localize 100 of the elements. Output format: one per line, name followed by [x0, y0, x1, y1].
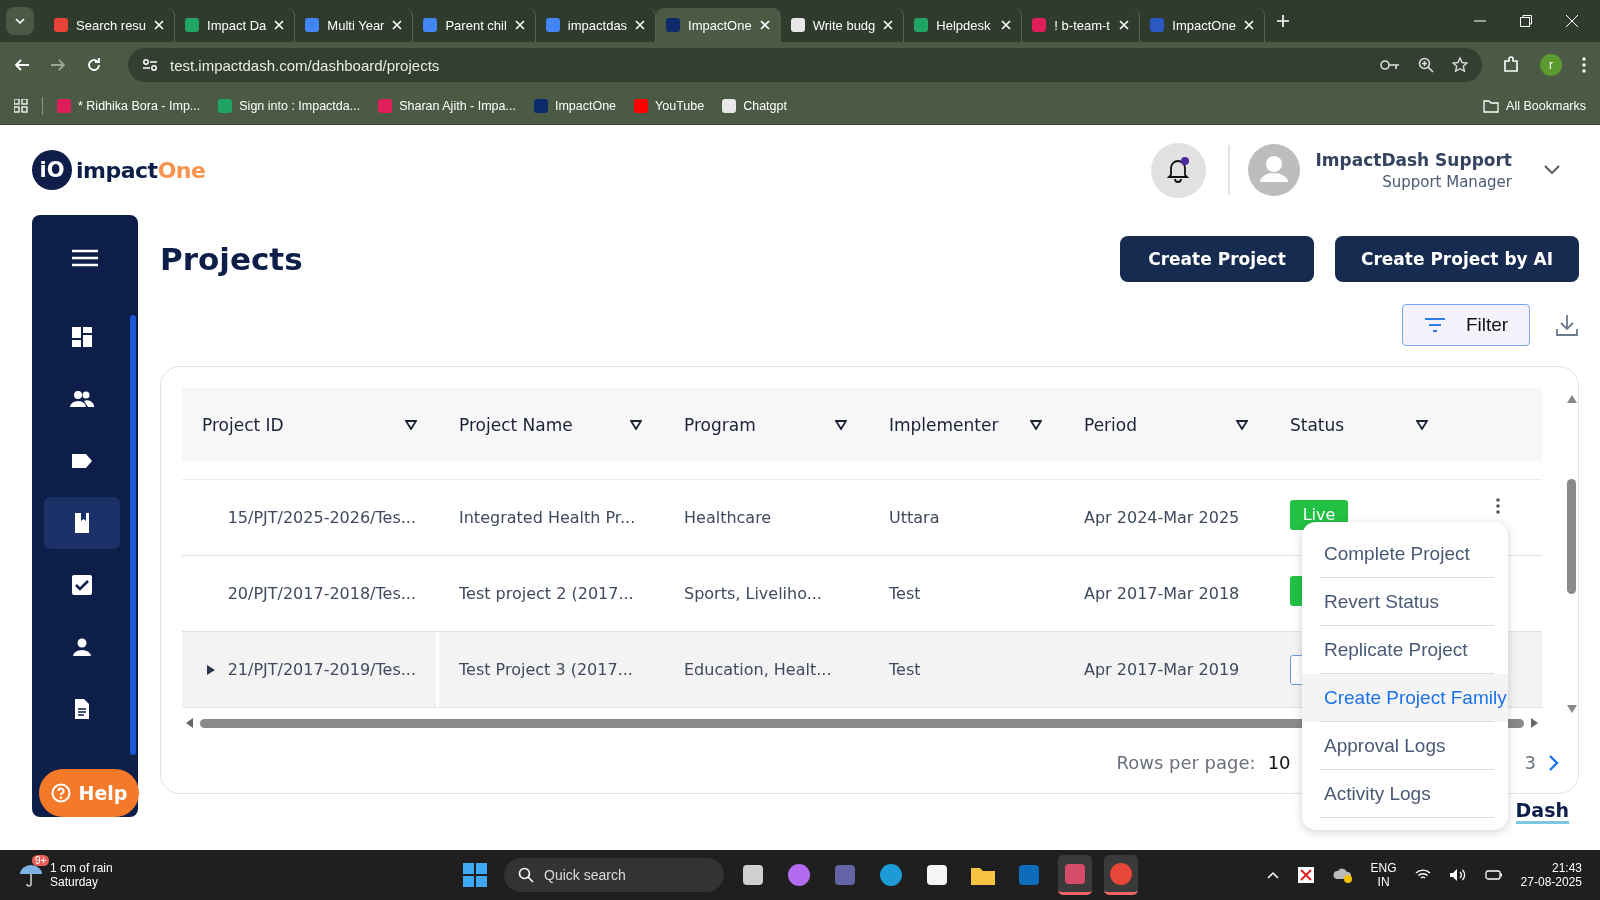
back-icon[interactable]	[14, 57, 30, 73]
filter-triangle-icon[interactable]	[405, 419, 417, 430]
clock-time[interactable]: 21:43	[1551, 861, 1582, 875]
rows-per-page-label: Rows per page:	[1116, 752, 1256, 773]
chevron-down-icon	[15, 18, 25, 24]
user-role: Support Manager	[1382, 172, 1512, 191]
table-cell: Test	[889, 584, 921, 603]
more-icon[interactable]	[1582, 57, 1586, 73]
create-button[interactable]: Create Project by AI	[1335, 236, 1579, 282]
close-icon[interactable]	[1119, 20, 1130, 30]
filter-button[interactable]: Filter	[1402, 304, 1530, 346]
page-title: Projects	[160, 241, 303, 277]
new-tab-icon[interactable]	[1276, 15, 1289, 27]
table-cell: 20/PJT/2017-2018/Tes...	[227, 584, 416, 603]
dashboard-icon	[70, 325, 94, 349]
download-icon[interactable]	[1555, 313, 1579, 337]
close-icon[interactable]	[759, 20, 770, 30]
weather-text[interactable]: 1 cm of rain	[50, 861, 113, 875]
menu-item[interactable]: Activity Logs	[1302, 770, 1508, 818]
close-icon[interactable]	[392, 20, 403, 30]
zoom-icon[interactable]	[1418, 57, 1434, 73]
tab-list-button[interactable]	[6, 7, 34, 35]
filter-triangle-icon[interactable]	[1416, 419, 1428, 430]
restore-icon[interactable]	[1520, 15, 1532, 27]
browser-tab[interactable]: ImpactOne	[656, 8, 781, 42]
forward-icon[interactable]	[50, 57, 66, 73]
filter-triangle-icon[interactable]	[630, 419, 642, 430]
menu-item[interactable]: Approval Logs	[1302, 722, 1508, 770]
close-icon[interactable]	[514, 20, 525, 30]
menu-item[interactable]: Replicate Project	[1302, 626, 1508, 674]
bookmark-link[interactable]: Sharan Ajith - Impa...	[378, 99, 516, 113]
chevron-up-icon[interactable]	[1266, 871, 1279, 879]
filter-triangle-icon[interactable]	[835, 419, 847, 430]
app-icon	[924, 862, 950, 888]
shield-icon[interactable]	[1296, 866, 1315, 884]
star-icon[interactable]	[1452, 57, 1468, 73]
bookmark-link[interactable]: * Ridhika Bora - Imp...	[57, 99, 201, 113]
more-icon[interactable]	[1496, 498, 1500, 514]
region-text[interactable]: IN	[1377, 875, 1390, 889]
wifi-icon[interactable]	[1414, 869, 1431, 881]
search-icon	[518, 867, 534, 883]
weather-day[interactable]: Saturday	[50, 875, 113, 889]
create-button[interactable]: Create Project	[1120, 236, 1314, 282]
cloud-icon[interactable]	[1332, 867, 1353, 883]
help-icon	[50, 783, 71, 803]
column-header: Status	[1290, 414, 1345, 435]
taskbar-search-field[interactable]: Quick search	[504, 858, 724, 892]
close-icon[interactable]	[1566, 15, 1578, 27]
column-header: Project ID	[202, 414, 284, 435]
volume-icon[interactable]	[1448, 868, 1467, 882]
close-icon[interactable]	[1243, 20, 1254, 30]
check-icon	[70, 573, 94, 597]
chevron-down-icon[interactable]	[1544, 165, 1560, 175]
language-text[interactable]: ENG	[1370, 861, 1397, 875]
scroll-up-icon[interactable]	[1567, 395, 1577, 403]
bookmark-link[interactable]: ImpactOne	[533, 99, 617, 113]
address-bar[interactable]: test.impactdash.com/dashboard/projects	[128, 48, 1482, 82]
filter-triangle-icon[interactable]	[1236, 419, 1248, 430]
apps-icon[interactable]	[14, 99, 28, 113]
extensions-icon[interactable]	[1502, 56, 1520, 74]
vertical-scrollbar[interactable]	[1566, 395, 1578, 713]
rows-per-page-select[interactable]: 10	[1267, 752, 1291, 773]
folder-icon	[1483, 99, 1500, 113]
sidebar-book-item[interactable]	[44, 497, 120, 549]
all-bookmarks-link[interactable]: All Bookmarks	[1483, 99, 1586, 113]
table-cell: 21/PJT/2017-2019/Tes...	[227, 660, 416, 679]
bell-icon	[1166, 157, 1190, 183]
menu-item[interactable]: Complete Project	[1302, 530, 1508, 578]
expand-icon[interactable]	[205, 663, 216, 676]
logo[interactable]: iO impactOne	[32, 150, 206, 190]
filter-triangle-icon[interactable]	[1030, 419, 1042, 430]
scroll-down-icon[interactable]	[1567, 705, 1577, 713]
close-icon[interactable]	[883, 20, 894, 30]
bookmark-link[interactable]: Chatgpt	[722, 99, 787, 113]
site-settings-icon[interactable]	[142, 58, 158, 72]
favicon-icon	[1150, 18, 1165, 32]
scroll-left-icon[interactable]	[186, 718, 194, 728]
close-icon[interactable]	[635, 20, 646, 30]
reload-icon[interactable]	[86, 57, 102, 73]
bookmark-link[interactable]: YouTube	[634, 99, 705, 113]
table-cell: Test	[889, 660, 921, 679]
menu-icon[interactable]	[72, 249, 98, 267]
favicon-icon	[533, 99, 548, 113]
battery-icon[interactable]	[1484, 869, 1503, 881]
scroll-right-icon[interactable]	[1530, 718, 1538, 728]
menu-item[interactable]: Create Project Family	[1302, 674, 1508, 722]
app-icon	[786, 862, 812, 888]
clock-date[interactable]: 27-08-2025	[1520, 875, 1582, 889]
app-icon	[740, 862, 766, 888]
close-icon[interactable]	[154, 20, 165, 30]
column-header: Project Name	[459, 414, 573, 435]
next-page-icon[interactable]	[1548, 753, 1560, 772]
close-icon[interactable]	[1001, 20, 1012, 30]
close-icon[interactable]	[274, 20, 285, 30]
bookmark-link[interactable]: Sign into : Impactda...	[218, 99, 361, 113]
avatar-icon	[1247, 144, 1300, 196]
app-icon	[462, 862, 488, 888]
key-icon[interactable]	[1380, 59, 1400, 71]
menu-item[interactable]: Revert Status	[1302, 578, 1508, 626]
favicon-icon	[57, 99, 71, 113]
